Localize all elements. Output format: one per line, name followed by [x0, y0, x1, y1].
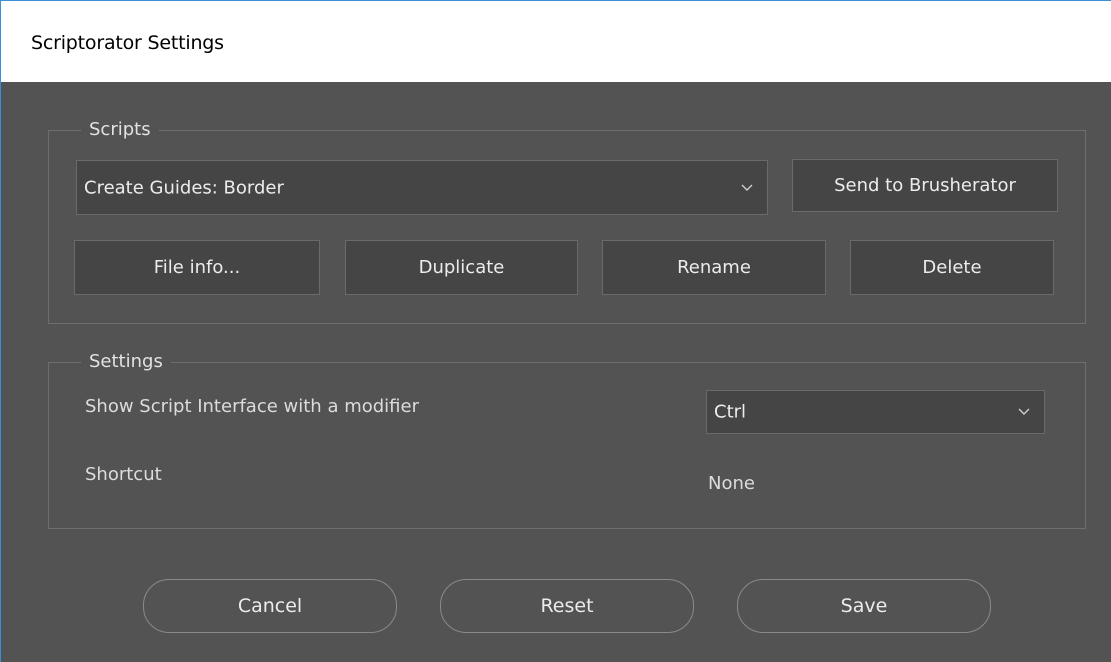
- shortcut-value: None: [708, 473, 755, 494]
- delete-button[interactable]: Delete: [850, 240, 1054, 295]
- settings-dialog: Scriptorator Settings Scripts Create Gui…: [0, 0, 1111, 662]
- title-bar: Scriptorator Settings: [1, 0, 1111, 82]
- script-select-value: Create Guides: Border: [84, 177, 284, 198]
- modifier-label: Show Script Interface with a modifier: [85, 396, 419, 417]
- scripts-group-legend: Scripts: [81, 117, 159, 143]
- chevron-down-icon: [1018, 408, 1030, 415]
- modifier-select[interactable]: Ctrl: [706, 390, 1045, 434]
- save-button[interactable]: Save: [737, 579, 991, 633]
- modifier-select-value: Ctrl: [714, 401, 747, 423]
- settings-group-legend: Settings: [81, 349, 171, 375]
- rename-button[interactable]: Rename: [602, 240, 826, 295]
- send-to-brusherator-button[interactable]: Send to Brusherator: [792, 159, 1058, 212]
- script-select[interactable]: Create Guides: Border: [76, 160, 768, 215]
- cancel-button[interactable]: Cancel: [143, 579, 397, 633]
- reset-button[interactable]: Reset: [440, 579, 694, 633]
- window-title: Scriptorator Settings: [31, 32, 224, 54]
- shortcut-label: Shortcut: [85, 464, 162, 485]
- duplicate-button[interactable]: Duplicate: [345, 240, 578, 295]
- chevron-down-icon: [741, 184, 753, 191]
- settings-group: Settings: [48, 349, 1086, 529]
- file-info-button[interactable]: File info...: [74, 240, 320, 295]
